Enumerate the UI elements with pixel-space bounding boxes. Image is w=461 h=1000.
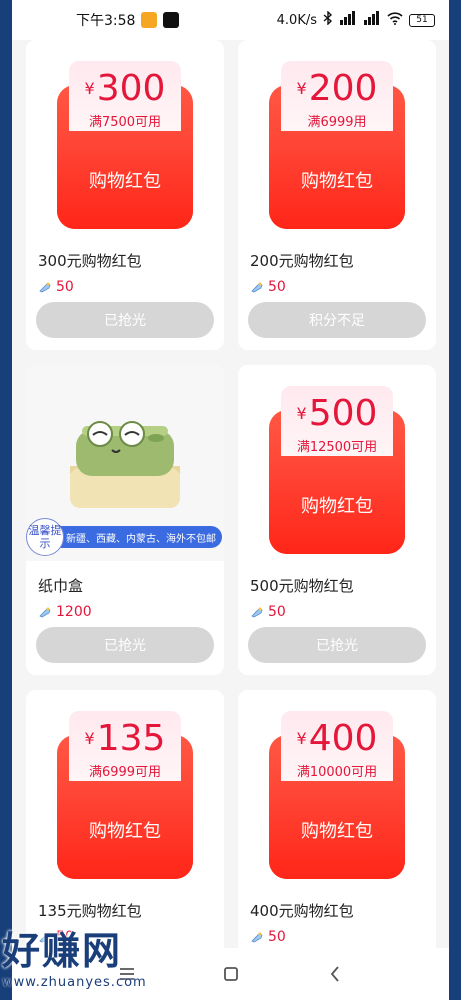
coupon-amount: ¥200 — [281, 69, 393, 109]
site-watermark: 好赚网 www.zhuanyes.com — [2, 920, 147, 990]
currency-symbol: ¥ — [296, 79, 307, 98]
redeem-button[interactable]: 已抢光 — [248, 627, 426, 663]
tip-text: 新疆、西藏、内蒙古、海外不包邮 — [58, 526, 222, 548]
redpacket-image: ¥400 满10000可用 购物红包 — [238, 690, 436, 886]
home-nav-button[interactable] — [219, 962, 243, 986]
points-price: 1200 — [38, 603, 224, 621]
points-icon — [250, 605, 264, 619]
redpacket-image: ¥500 满12500可用 购物红包 — [238, 365, 436, 561]
signal-icon — [339, 11, 357, 29]
card-title: 200元购物红包 — [250, 252, 354, 270]
notification-app-icon — [141, 12, 158, 28]
currency-symbol: ¥ — [84, 729, 95, 748]
redeem-button[interactable]: 已抢光 — [36, 627, 214, 663]
coupon-condition: 满12500可用 — [296, 440, 378, 455]
redpacket-image: ¥200 满6999用 购物红包 — [238, 40, 436, 236]
points-value: 50 — [268, 604, 286, 620]
points-icon — [250, 930, 264, 944]
card-title: 400元购物红包 — [250, 902, 354, 920]
watermark-title: 好赚网 — [2, 929, 123, 973]
points-price: 50 — [38, 278, 224, 296]
points-value: 50 — [268, 929, 286, 945]
points-value: 1200 — [56, 604, 92, 620]
wifi-icon — [387, 11, 403, 29]
coupon-amount: ¥400 — [281, 719, 393, 759]
signal-icon — [363, 11, 381, 29]
status-time: 下午3:58 — [76, 13, 136, 29]
card-title: 135元购物红包 — [38, 902, 142, 920]
points-icon — [38, 605, 52, 619]
app-screen: 下午3:58 4.0K/s 51 ¥300 满7500可用 购物红包 300元购… — [12, 0, 449, 1000]
coupon-amount-value: 400 — [308, 718, 378, 759]
card-title: 500元购物红包 — [250, 577, 354, 595]
card-title: 300元购物红包 — [38, 252, 142, 270]
coupon-amount-value: 135 — [96, 718, 166, 759]
tissue-box-image — [70, 421, 180, 508]
envelope-label: 购物红包 — [269, 456, 405, 554]
product-card[interactable]: ¥500 满12500可用 购物红包 500元购物红包 50 已抢光 — [238, 365, 436, 675]
points-value: 50 — [268, 279, 286, 295]
coupon-amount: ¥500 — [281, 394, 393, 434]
currency-symbol: ¥ — [296, 404, 307, 423]
card-title: 纸巾盒 — [38, 577, 84, 595]
envelope-label: 购物红包 — [57, 131, 193, 229]
tip-label: 温馨提示 — [26, 518, 64, 556]
coupon-condition: 满7500可用 — [88, 115, 162, 130]
points-price: 50 — [250, 603, 436, 621]
coupon-amount: ¥135 — [69, 719, 181, 759]
envelope-label: 购物红包 — [57, 781, 193, 879]
red-envelope: ¥500 满12500可用 购物红包 — [269, 378, 405, 554]
product-grid: ¥300 满7500可用 购物红包 300元购物红包 50 已抢光 ¥200 满… — [12, 40, 449, 1000]
red-envelope: ¥135 满6999可用 购物红包 — [57, 703, 193, 879]
points-icon — [38, 280, 52, 294]
redpacket-image: ¥135 满6999可用 购物红包 — [26, 690, 224, 886]
product-card[interactable]: ¥300 满7500可用 购物红包 300元购物红包 50 已抢光 — [26, 40, 224, 350]
coupon-amount-value: 200 — [308, 68, 378, 109]
points-value: 50 — [56, 279, 74, 295]
battery-level: 51 — [416, 15, 428, 25]
watermark-url: www.zhuanyes.com — [2, 975, 147, 990]
redeem-button[interactable]: 积分不足 — [248, 302, 426, 338]
bluetooth-icon — [323, 10, 333, 29]
currency-symbol: ¥ — [84, 79, 95, 98]
shipping-tip-badge: 温馨提示 新疆、西藏、内蒙古、海外不包邮 — [26, 517, 222, 557]
notification-app-icon — [163, 12, 180, 28]
points-icon — [250, 280, 264, 294]
redeem-button[interactable]: 已抢光 — [36, 302, 214, 338]
envelope-label: 购物红包 — [269, 131, 405, 229]
red-envelope: ¥300 满7500可用 购物红包 — [57, 53, 193, 229]
product-card[interactable]: ¥200 满6999用 购物红包 200元购物红包 50 积分不足 — [238, 40, 436, 350]
product-image: 温馨提示 新疆、西藏、内蒙古、海外不包邮 — [26, 365, 224, 561]
currency-symbol: ¥ — [296, 729, 307, 748]
back-nav-button[interactable] — [323, 962, 347, 986]
product-card[interactable]: 温馨提示 新疆、西藏、内蒙古、海外不包邮 纸巾盒 1200 已抢光 — [26, 365, 224, 675]
red-envelope: ¥200 满6999用 购物红包 — [269, 53, 405, 229]
points-price: 50 — [250, 278, 436, 296]
battery-icon: 51 — [409, 13, 435, 27]
coupon-amount: ¥300 — [69, 69, 181, 109]
coupon-condition: 满6999用 — [307, 115, 367, 130]
status-bar: 下午3:58 4.0K/s 51 — [12, 0, 449, 40]
envelope-label: 购物红包 — [269, 781, 405, 879]
coupon-amount-value: 300 — [96, 68, 166, 109]
points-price: 50 — [250, 928, 436, 946]
coupon-condition: 满6999可用 — [88, 765, 162, 780]
red-envelope: ¥400 满10000可用 购物红包 — [269, 703, 405, 879]
network-speed: 4.0K/s — [276, 12, 317, 28]
coupon-condition: 满10000可用 — [296, 765, 378, 780]
redpacket-image: ¥300 满7500可用 购物红包 — [26, 40, 224, 236]
coupon-amount-value: 500 — [308, 393, 378, 434]
